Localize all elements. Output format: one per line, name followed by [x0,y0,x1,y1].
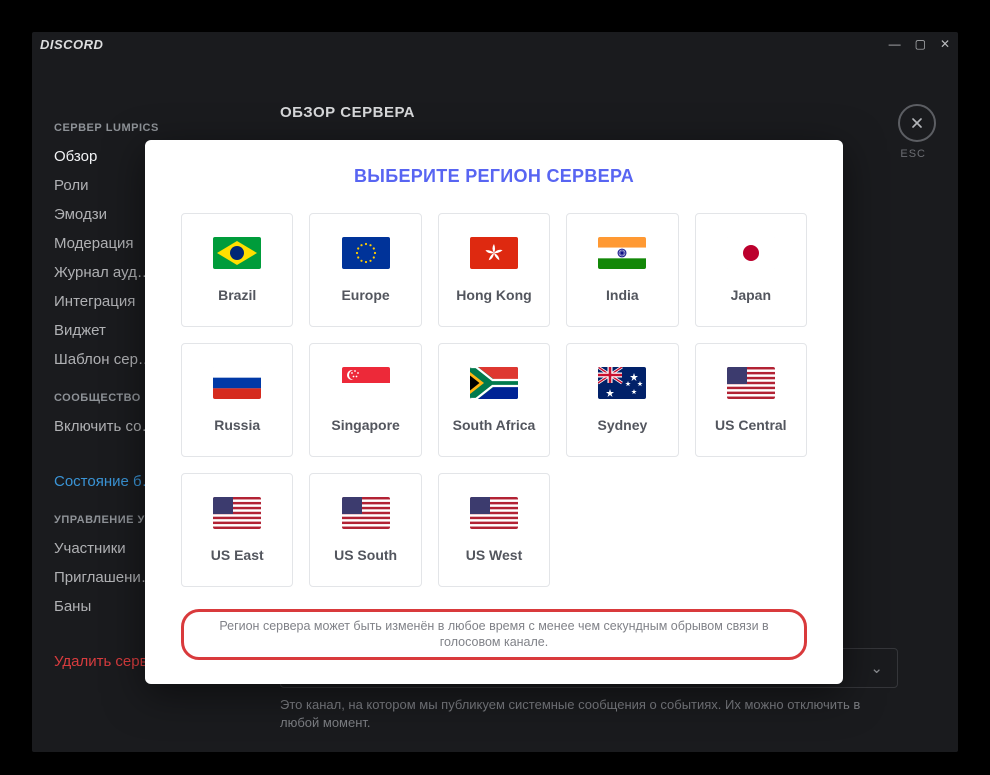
region-label: South Africa [453,417,536,433]
modal-title: ВЫБЕРИТЕ РЕГИОН СЕРВЕРА [181,166,807,187]
region-label: India [606,287,639,303]
region-label: US South [334,547,397,563]
flag-uswest-icon [470,497,518,529]
flag-uscentral-icon [727,367,775,399]
close-settings-button[interactable] [898,104,936,142]
flag-hongkong-icon [470,237,518,269]
maximize-button[interactable]: ▢ [915,37,926,51]
region-option-sydney[interactable]: Sydney [566,343,678,457]
region-notice-highlight: Регион сервера может быть изменён в любо… [181,609,807,660]
system-messages-description: Это канал, на котором мы публикуем систе… [280,696,898,732]
flag-russia-icon [213,367,261,399]
region-label: Brazil [218,287,256,303]
region-label: Europe [341,287,389,303]
flag-ussouth-icon [342,497,390,529]
titlebar: DISCORD — ▢ ✕ [32,32,958,56]
flag-useast-icon [213,497,261,529]
region-option-useast[interactable]: US East [181,473,293,587]
region-option-ussouth[interactable]: US South [309,473,421,587]
region-label: Sydney [597,417,647,433]
close-icon [909,115,925,131]
window-controls: — ▢ ✕ [889,37,950,51]
flag-japan-icon [727,237,775,269]
region-label: US West [466,547,523,563]
flag-brazil-icon [213,237,261,269]
minimize-button[interactable]: — [889,37,901,51]
region-option-japan[interactable]: Japan [695,213,807,327]
region-label: Hong Kong [456,287,531,303]
esc-label: ESC [900,148,926,160]
region-option-hongkong[interactable]: Hong Kong [438,213,550,327]
server-region-modal: ВЫБЕРИТЕ РЕГИОН СЕРВЕРА Brazil Europe Hong… [145,140,843,684]
region-option-uswest[interactable]: US West [438,473,550,587]
close-window-button[interactable]: ✕ [940,37,950,51]
region-label: US Central [715,417,787,433]
region-label: Japan [731,287,771,303]
region-option-europe[interactable]: Europe [309,213,421,327]
region-option-singapore[interactable]: Singapore [309,343,421,457]
region-option-india[interactable]: India [566,213,678,327]
flag-india-icon [598,237,646,269]
region-option-russia[interactable]: Russia [181,343,293,457]
region-label: US East [211,547,264,563]
region-label: Singapore [331,417,399,433]
flag-europe-icon [342,237,390,269]
region-label: Russia [214,417,260,433]
sidebar-heading-server: СЕРВЕР LUMPICS [54,122,244,134]
chevron-down-icon: ⌄ [870,659,883,677]
region-option-brazil[interactable]: Brazil [181,213,293,327]
region-grid: Brazil Europe Hong Kong India Japan Russia Sin… [181,213,807,587]
flag-sydney-icon [598,367,646,399]
region-option-southafrica[interactable]: South Africa [438,343,550,457]
flag-southafrica-icon [470,367,518,399]
page-title: ОБЗОР СЕРВЕРА [280,104,934,121]
region-notice: Регион сервера может быть изменён в любо… [206,618,782,651]
region-option-uscentral[interactable]: US Central [695,343,807,457]
brand-logo: DISCORD [40,37,103,52]
flag-singapore-icon [342,367,390,399]
